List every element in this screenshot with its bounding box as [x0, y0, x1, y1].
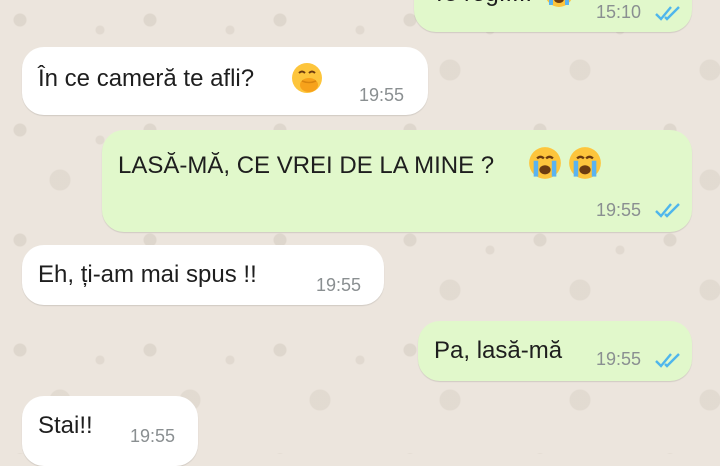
- message-bubble-incoming[interactable]: Stai!! 19:55: [22, 396, 198, 466]
- message-text: Te rog.....: [432, 0, 532, 8]
- message-bubble-outgoing[interactable]: LASĂ-MĂ, CE VREI DE LA MINE ? 19:55: [102, 130, 692, 232]
- read-ticks-icon: [655, 6, 680, 21]
- message-time: 19:55: [596, 349, 642, 369]
- message-text: LASĂ-MĂ, CE VREI DE LA MINE ?: [118, 152, 495, 179]
- crying-face-emoji: [528, 146, 562, 185]
- message-text: Eh, ți-am mai spus !!: [38, 261, 257, 288]
- read-ticks-icon: [655, 203, 680, 218]
- message-bubble-outgoing[interactable]: Pa, lasă-mă 19:55: [418, 321, 692, 381]
- message-text: Pa, lasă-mă: [434, 337, 563, 364]
- hand-over-mouth-emoji: [290, 61, 324, 100]
- message-time: 15:10: [596, 2, 642, 22]
- message-time: 19:55: [316, 275, 362, 295]
- message-bubble-outgoing[interactable]: Te rog..... 15:10: [414, 0, 692, 32]
- read-ticks-icon: [655, 353, 680, 368]
- message-text: Stai!!: [38, 412, 93, 439]
- message-time: 19:55: [130, 426, 176, 446]
- message-text: În ce cameră te afli?: [38, 65, 255, 92]
- message-bubble-incoming[interactable]: Eh, ți-am mai spus !! 19:55: [22, 245, 384, 305]
- message-time: 19:55: [596, 200, 642, 220]
- message-time: 19:55: [359, 85, 405, 105]
- crying-face-emoji: [568, 146, 602, 185]
- crying-face-emoji: [544, 0, 574, 13]
- message-bubble-incoming[interactable]: În ce cameră te afli? 19:55: [22, 47, 428, 115]
